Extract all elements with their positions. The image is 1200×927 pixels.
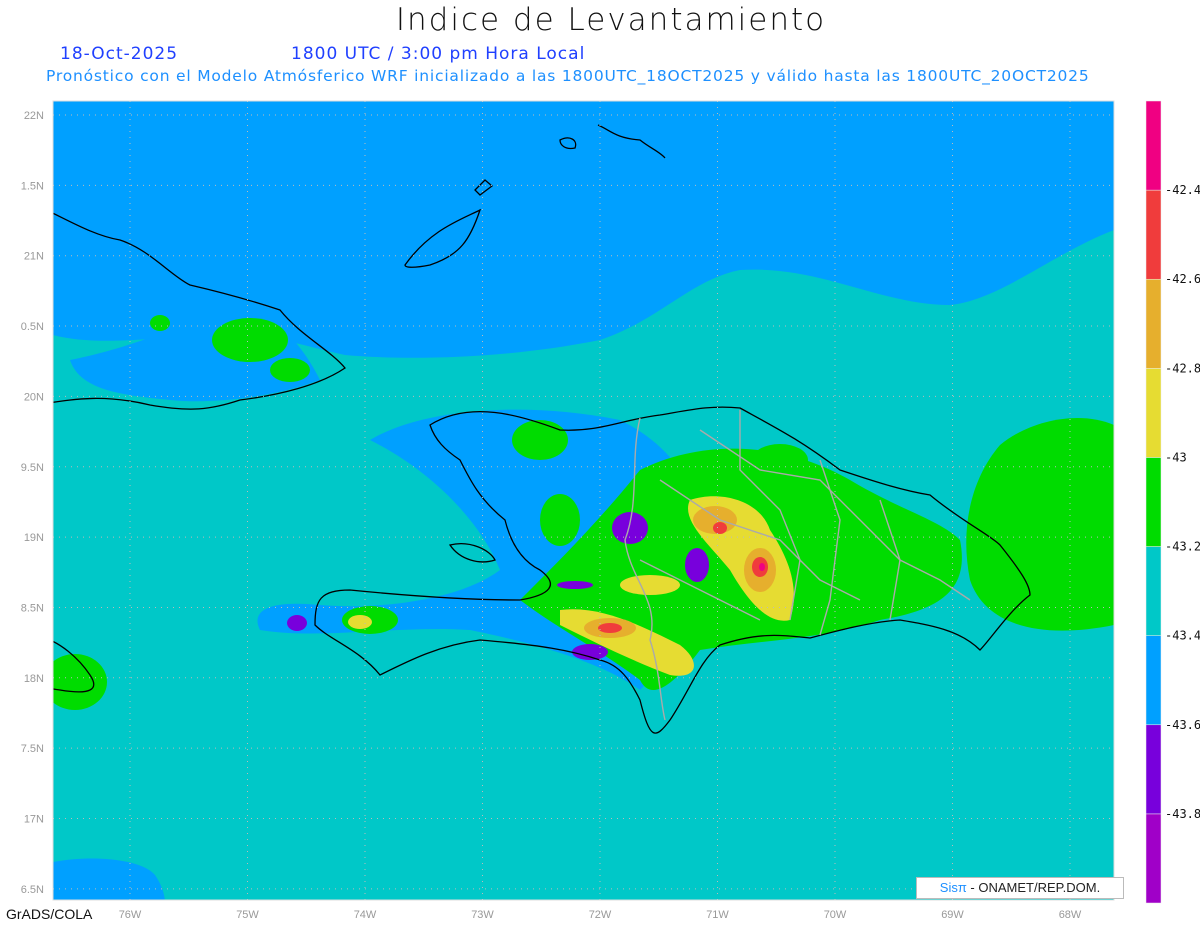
colorbar-label: -43.8 xyxy=(1165,807,1200,821)
lon-label: 69W xyxy=(941,909,964,921)
map-title: Indice de Levantamiento xyxy=(395,2,827,38)
forecast-time: 1800 UTC / 3:00 pm Hora Local xyxy=(291,44,586,64)
lat-label: 0.5N xyxy=(21,321,44,333)
lat-label: 18N xyxy=(24,673,44,685)
green-patch xyxy=(212,318,288,362)
lon-label: 76W xyxy=(119,909,142,921)
colorbar-swatch xyxy=(1145,635,1162,726)
purple-patch xyxy=(557,581,593,589)
lon-label: 68W xyxy=(1059,909,1082,921)
colorbar-label: -43.4 xyxy=(1165,629,1200,643)
forecast-date: 18-Oct-2025 xyxy=(60,44,179,64)
colorbar: -43.8 -43.6 -43.4 -43.2 -43 -42.8 -42.6 -42.4 xyxy=(1145,100,1200,904)
colorbar-label: -43.2 xyxy=(1165,540,1200,554)
colorbar-swatch xyxy=(1145,189,1162,280)
lat-label: 19N xyxy=(24,532,44,544)
lat-label: 8.5N xyxy=(21,602,44,614)
colorbar-label: -43 xyxy=(1165,450,1187,464)
footer-credit: GrADS/COLA xyxy=(6,906,93,922)
yellow-patch xyxy=(348,615,372,629)
colorbar-label: -42.4 xyxy=(1165,183,1200,197)
credit-brand: Sisπ xyxy=(939,880,967,895)
lifted-index-map: 76W 75W 74W 73W 72W 71W 70W 69W 68W 22N 1.5N 21N 0.5… xyxy=(21,100,1200,921)
colorbar-swatch xyxy=(1145,724,1162,815)
lat-label: 17N xyxy=(24,814,44,826)
lat-label: 7.5N xyxy=(21,743,44,755)
red-patch xyxy=(598,623,622,633)
green-patch xyxy=(540,494,580,546)
purple-patch xyxy=(572,644,608,660)
purple-patch xyxy=(287,615,307,631)
purple-patch xyxy=(685,548,709,582)
lat-label: 6.5N xyxy=(21,884,44,896)
colorbar-swatch xyxy=(1145,546,1162,636)
colorbar-label: -42.6 xyxy=(1165,272,1200,286)
forecast-description: Pronóstico con el Modelo Atmósferico WRF… xyxy=(46,67,1090,85)
green-patch xyxy=(752,444,808,476)
colorbar-swatch xyxy=(1145,368,1162,458)
lon-label: 72W xyxy=(589,909,612,921)
colorbar-label: -43.6 xyxy=(1165,718,1200,732)
green-patch xyxy=(270,358,310,382)
colorbar-swatch xyxy=(1145,457,1162,547)
colorbar-swatch xyxy=(1145,100,1162,191)
lat-label: 21N xyxy=(24,251,44,263)
lat-label: 1.5N xyxy=(21,180,44,192)
lon-label: 74W xyxy=(354,909,377,921)
red-patch xyxy=(713,522,727,534)
lon-label: 73W xyxy=(471,909,494,921)
green-patch xyxy=(512,420,568,460)
magenta-patch xyxy=(759,563,765,571)
purple-patch xyxy=(612,512,648,544)
lat-label: 22N xyxy=(24,110,44,122)
yellow-patch xyxy=(620,575,680,595)
colorbar-swatch xyxy=(1145,813,1162,904)
lon-label: 75W xyxy=(236,909,259,921)
colorbar-swatch xyxy=(1145,278,1162,369)
credit-text: - ONAMET/REP.DOM. xyxy=(966,880,1101,895)
lon-label: 71W xyxy=(706,909,729,921)
lon-label: 70W xyxy=(824,909,847,921)
green-patch xyxy=(150,315,170,331)
colorbar-label: -42.8 xyxy=(1165,361,1200,375)
credit-box: Sisπ - ONAMET/REP.DOM. xyxy=(916,877,1124,899)
lat-label: 9.5N xyxy=(21,462,44,474)
lat-label: 20N xyxy=(24,391,44,403)
